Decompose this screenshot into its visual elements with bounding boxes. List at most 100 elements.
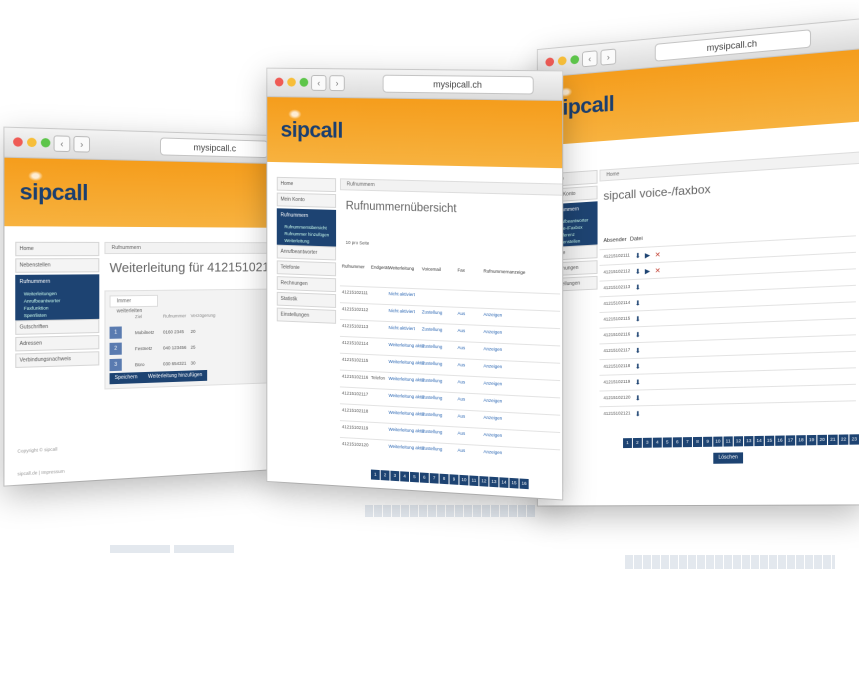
sidebar-item[interactable]: Verbindungsnachweis <box>15 351 100 368</box>
page-button[interactable]: 12 <box>733 436 744 447</box>
page-button[interactable]: 7 <box>682 437 692 448</box>
sidebar-item[interactable]: Adressen <box>15 335 100 352</box>
caller-id-link[interactable]: Anzeigen <box>483 432 502 438</box>
caller-id-link[interactable]: Anzeigen <box>483 449 502 455</box>
page-button[interactable]: 8 <box>692 436 703 448</box>
download-icon[interactable]: ⬇ <box>635 379 641 387</box>
page-button[interactable]: 20 <box>817 434 827 446</box>
sidebar-item[interactable]: Anrufbeantworter <box>276 244 337 261</box>
play-icon[interactable]: ▶ <box>645 267 650 275</box>
page-button[interactable]: 1 <box>623 438 632 449</box>
page-button[interactable]: 10 <box>713 436 723 447</box>
sidebar-item[interactable]: Einstellungen <box>276 307 337 324</box>
sidebar-item[interactable]: Gutschriften <box>15 318 100 335</box>
download-icon[interactable]: ⬇ <box>635 394 641 402</box>
voicemail-link[interactable]: Zustellung <box>422 360 443 366</box>
page-button[interactable]: 1 <box>370 469 380 481</box>
forward-icon[interactable]: › <box>600 48 617 66</box>
forwarding-link[interactable]: Weiterleitung aktiv <box>388 427 424 434</box>
back-icon[interactable]: ‹ <box>582 50 598 68</box>
forwarding-link[interactable]: Weiterleitung aktiv <box>388 376 424 383</box>
forwarding-mode-select[interactable]: Immer weiterleiten <box>109 294 158 314</box>
save-button[interactable]: Speichern <box>109 372 143 385</box>
page-button[interactable]: 18 <box>796 435 806 446</box>
page-button[interactable]: 21 <box>828 434 838 446</box>
fax-link[interactable]: Aus <box>457 379 465 384</box>
delete-button[interactable]: Löschen <box>713 452 743 464</box>
page-button[interactable]: 6 <box>419 472 429 484</box>
page-button[interactable]: 11 <box>723 436 733 447</box>
page-button[interactable]: 10 <box>459 474 469 486</box>
sidebar-item[interactable]: Telefonie <box>276 260 337 277</box>
fax-link[interactable]: Aus <box>457 413 465 418</box>
fax-link[interactable]: Aus <box>457 345 465 350</box>
minimize-dot-icon[interactable] <box>557 56 567 66</box>
sidebar-item[interactable]: Statistik <box>276 291 337 308</box>
per-page-select[interactable]: 10 pro Seite <box>346 240 370 246</box>
close-dot-icon[interactable] <box>545 57 555 67</box>
voicemail-link[interactable]: Zustellung <box>422 394 443 400</box>
close-dot-icon[interactable] <box>274 77 284 87</box>
sidebar-item[interactable]: Mein Konto <box>276 192 337 208</box>
page-button[interactable]: 11 <box>469 475 479 487</box>
voicemail-link[interactable]: Zustellung <box>422 326 443 332</box>
page-button[interactable]: 5 <box>662 437 672 448</box>
voicemail-link[interactable]: Zustellung <box>422 412 443 418</box>
address-bar[interactable]: mysipcall.c <box>159 137 269 159</box>
download-icon[interactable]: ⬇ <box>635 363 641 371</box>
close-dot-icon[interactable] <box>13 137 23 147</box>
download-icon[interactable]: ⬇ <box>635 268 641 276</box>
download-icon[interactable]: ⬇ <box>635 315 641 323</box>
minimize-dot-icon[interactable] <box>27 137 37 148</box>
caller-id-link[interactable]: Anzeigen <box>483 329 502 335</box>
caller-id-link[interactable]: Anzeigen <box>483 363 502 369</box>
download-icon[interactable]: ⬇ <box>635 331 641 339</box>
page-button[interactable]: 15 <box>764 435 775 446</box>
page-button[interactable]: 2 <box>380 470 390 481</box>
delete-icon[interactable]: ✕ <box>655 251 661 259</box>
page-button[interactable]: 16 <box>775 435 785 446</box>
page-button[interactable]: 13 <box>489 476 499 488</box>
page-button[interactable]: 15 <box>509 477 519 489</box>
page-button[interactable]: 14 <box>499 477 509 488</box>
voicemail-link[interactable]: Zustellung <box>422 446 443 452</box>
fax-link[interactable]: Aus <box>457 396 465 401</box>
download-icon[interactable]: ⬇ <box>635 299 641 307</box>
zoom-dot-icon[interactable] <box>40 138 51 148</box>
caller-id-link[interactable]: Anzeigen <box>483 415 502 421</box>
page-button[interactable]: 9 <box>703 436 713 447</box>
page-button[interactable]: 19 <box>806 434 817 446</box>
forwarding-link[interactable]: Weiterleitung aktiv <box>388 342 424 349</box>
caller-id-link[interactable]: Anzeigen <box>483 398 502 404</box>
zoom-dot-icon[interactable] <box>299 77 309 87</box>
page-button[interactable]: 2 <box>632 437 642 448</box>
caller-id-link[interactable]: Anzeigen <box>483 380 502 386</box>
fax-link[interactable]: Aus <box>457 448 465 453</box>
page-button[interactable]: 6 <box>672 437 682 448</box>
forwarding-link[interactable]: Weiterleitung aktiv <box>388 410 424 417</box>
voicemail-link[interactable]: Zustellung <box>422 429 443 435</box>
voicemail-link[interactable]: Zustellung <box>422 309 443 315</box>
fax-link[interactable]: Aus <box>457 362 465 367</box>
forwarding-link[interactable]: Weiterleitung aktiv <box>388 393 424 400</box>
forward-icon[interactable]: › <box>73 135 91 153</box>
sidebar-item[interactable]: Home <box>15 241 100 257</box>
page-button[interactable]: 12 <box>479 476 489 487</box>
back-icon[interactable]: ‹ <box>53 135 71 153</box>
page-button[interactable]: 13 <box>744 436 754 447</box>
minimize-dot-icon[interactable] <box>287 77 296 87</box>
fax-link[interactable]: Aus <box>457 430 465 435</box>
forwarding-link[interactable]: Weiterleitung aktiv <box>388 444 424 451</box>
download-icon[interactable]: ⬇ <box>635 284 641 292</box>
sidebar-item[interactable]: Rechnungen <box>276 276 337 293</box>
page-button[interactable]: 4 <box>652 437 662 448</box>
play-icon[interactable]: ▶ <box>645 251 650 259</box>
page-button[interactable]: 3 <box>390 470 400 482</box>
download-icon[interactable]: ⬇ <box>635 410 641 418</box>
caller-id-link[interactable]: Anzeigen <box>483 312 502 318</box>
page-button[interactable]: 5 <box>410 471 419 483</box>
page-button[interactable]: 14 <box>754 435 764 447</box>
page-button[interactable]: 22 <box>838 434 849 445</box>
page-button[interactable]: 3 <box>642 437 652 448</box>
fax-link[interactable]: Aus <box>457 311 465 316</box>
